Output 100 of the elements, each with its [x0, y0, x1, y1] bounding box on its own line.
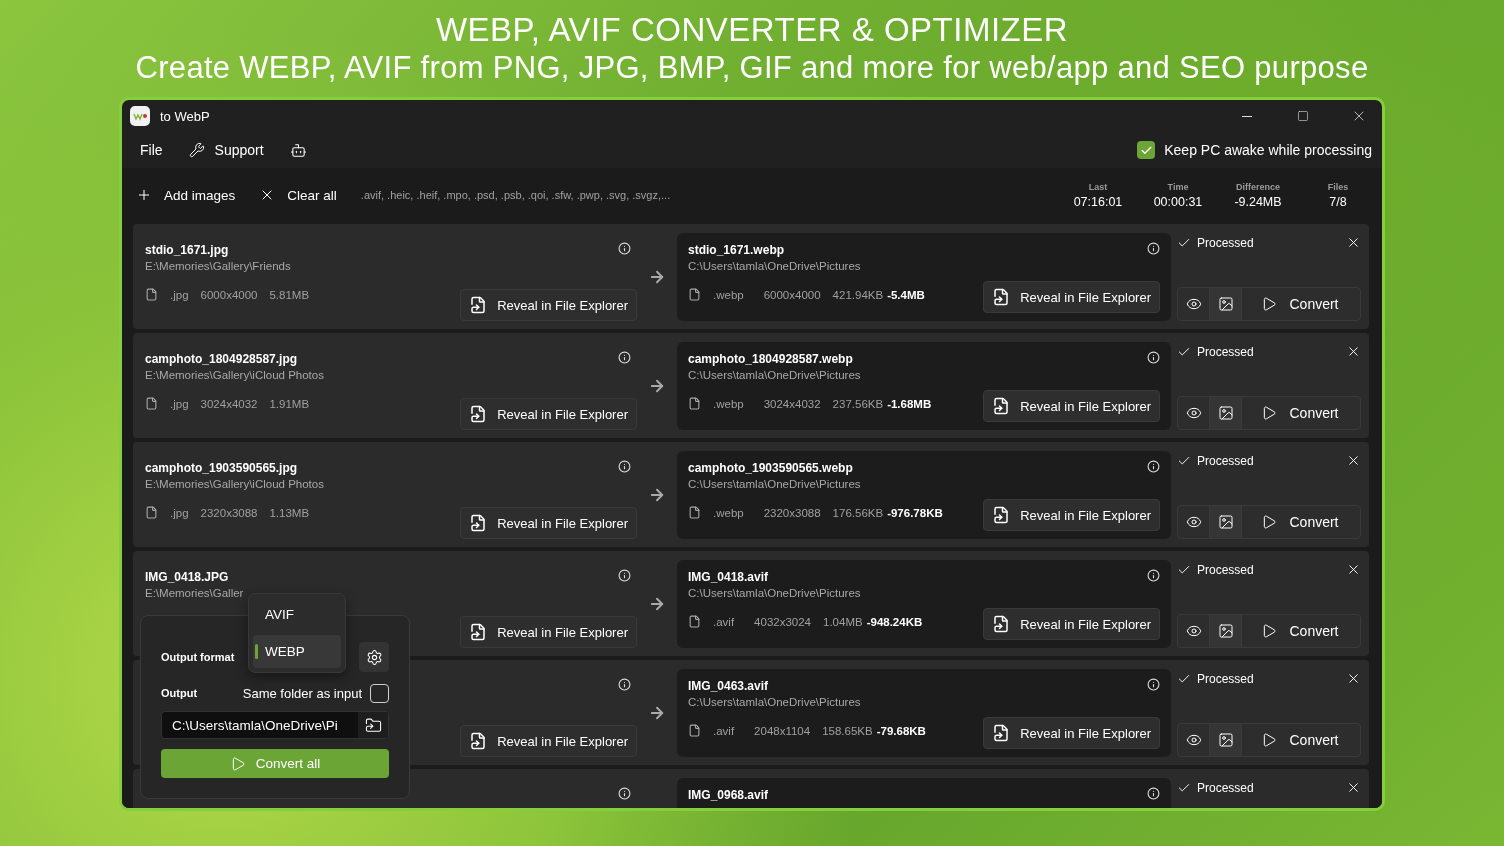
file-extension: .jpg [170, 288, 189, 301]
file-name: camphoto_1903590565.jpg [145, 460, 299, 476]
app-logo [130, 106, 150, 126]
info-icon[interactable] [1147, 460, 1160, 473]
info-icon[interactable] [618, 678, 631, 691]
settings-button[interactable] [359, 642, 389, 672]
remove-icon[interactable] [1346, 344, 1361, 359]
file-shortcut-icon [992, 724, 1011, 742]
image-button[interactable] [1210, 615, 1242, 647]
stat-label: Last [1088, 181, 1108, 192]
format-option[interactable]: AVIF [253, 598, 341, 631]
checkbox[interactable] [370, 683, 389, 703]
file-name: stdio_1671.webp [688, 242, 786, 258]
image-button[interactable] [1210, 724, 1242, 756]
clear-all-button[interactable]: Clear all [259, 183, 337, 207]
file-size: 421.94KB [832, 288, 884, 301]
browse-folder-button[interactable] [358, 711, 388, 739]
support-menu[interactable]: Support [188, 138, 264, 162]
image-dimensions: 2320x3088 [763, 506, 821, 519]
image-icon [1217, 405, 1234, 421]
remove-icon[interactable] [1346, 235, 1361, 250]
file-path: C:\Users\tamla\OneDrive\Pictures [688, 368, 862, 383]
file-shortcut-icon [992, 615, 1011, 633]
file-path: C:\Users\tamla\OneDrive\Pictures [688, 695, 862, 710]
reveal-button[interactable]: Reveal in File Explorer [460, 507, 637, 539]
file-name: IMG_0968.avif [688, 787, 769, 803]
info-icon[interactable] [1147, 351, 1160, 364]
remove-icon[interactable] [1346, 453, 1361, 468]
file-shortcut-icon [469, 732, 488, 750]
file-extension: .jpg [170, 506, 189, 519]
info-icon[interactable] [618, 242, 631, 255]
reveal-button[interactable]: Reveal in File Explorer [460, 616, 637, 648]
image-button[interactable] [1210, 506, 1242, 538]
file-extension: .webp [713, 288, 744, 301]
file-shortcut-icon [992, 506, 1011, 524]
size-difference: -976.78KB [887, 506, 943, 519]
reveal-button[interactable]: Reveal in File Explorer [983, 499, 1160, 531]
file-menu[interactable]: File [140, 138, 163, 162]
image-button[interactable] [1210, 397, 1242, 429]
reveal-button[interactable]: Reveal in File Explorer [460, 725, 637, 757]
image-icon [1217, 296, 1234, 312]
image-icon [1217, 514, 1234, 530]
info-icon[interactable] [1147, 569, 1160, 582]
image-dimensions: 3024x4032 [763, 397, 821, 410]
file-name: IMG_0463.avif [688, 678, 770, 694]
stat-label: Time [1167, 181, 1189, 192]
file-name: camphoto_1804928587.jpg [145, 351, 299, 367]
file-path: C:\Users\tamla\OneDrive\Pictures [688, 259, 862, 274]
remove-icon[interactable] [1346, 671, 1361, 686]
image-button[interactable] [1210, 288, 1242, 320]
info-icon[interactable] [618, 351, 631, 364]
image-icon [1217, 732, 1234, 748]
minimize-icon [1242, 115, 1252, 117]
format-option[interactable]: WEBP [253, 635, 341, 668]
output-path-field[interactable]: C:\Users\tamla\OneDrive\Pi [161, 710, 389, 740]
info-icon[interactable] [618, 569, 631, 582]
file-name: IMG_0418.avif [688, 569, 770, 585]
file-size: 1.04MB [823, 615, 863, 628]
reveal-button[interactable]: Reveal in File Explorer [983, 281, 1160, 313]
reveal-button[interactable]: Reveal in File Explorer [983, 390, 1160, 422]
plus-icon [136, 187, 152, 203]
remove-icon[interactable] [1346, 780, 1361, 795]
play-icon [1261, 296, 1278, 312]
checkbox[interactable] [1137, 141, 1156, 159]
reveal-button[interactable]: Reveal in File Explorer [460, 398, 637, 430]
arrow-icon [648, 704, 666, 722]
file-shortcut-icon [469, 296, 488, 314]
info-icon[interactable] [618, 460, 631, 473]
reveal-button[interactable]: Reveal in File Explorer [460, 289, 637, 321]
file-icon [145, 397, 158, 410]
info-icon[interactable] [1147, 242, 1160, 255]
file-path: E:\Memories\Gallery\iCloud Photos [145, 477, 324, 492]
image-dimensions: 2320x3088 [200, 506, 258, 519]
file-icon [688, 397, 701, 410]
file-extension: .jpg [170, 397, 189, 410]
play-icon [1261, 623, 1278, 639]
file-name: camphoto_1804928587.webp [688, 351, 854, 367]
add-images-button[interactable]: Add images [136, 183, 236, 207]
banner-subtitle: Create WEBP, AVIF from PNG, JPG, BMP, GIF and more for web/app and SEO purpose [135, 49, 1369, 87]
file-icon [145, 506, 158, 519]
image-icon [1217, 623, 1234, 639]
stat-value: 00:00:31 [1153, 194, 1203, 209]
status-text: Processed [1177, 344, 1254, 359]
file-name: IMG_0418.JPG [145, 569, 230, 585]
wrench-icon [188, 142, 205, 158]
play-icon [1261, 405, 1278, 421]
maximize-icon [1297, 110, 1309, 122]
file-path: E:\Memories\Gallery\iCloud Photos [145, 368, 324, 383]
reveal-button[interactable]: Reveal in File Explorer [983, 608, 1160, 640]
stat-value: 7/8 [1329, 194, 1347, 209]
checkbox-label: Keep PC awake while processing [1164, 142, 1372, 158]
info-icon[interactable] [1147, 678, 1160, 691]
info-icon[interactable] [1147, 787, 1160, 800]
play-icon [1261, 514, 1278, 530]
remove-icon[interactable] [1346, 562, 1361, 577]
info-icon[interactable] [618, 787, 631, 800]
file-name: stdio_1671.jpg [145, 242, 230, 258]
output-format-label: Output format [161, 651, 235, 663]
file-extension: .webp [713, 506, 744, 519]
reveal-button[interactable]: Reveal in File Explorer [983, 717, 1160, 749]
